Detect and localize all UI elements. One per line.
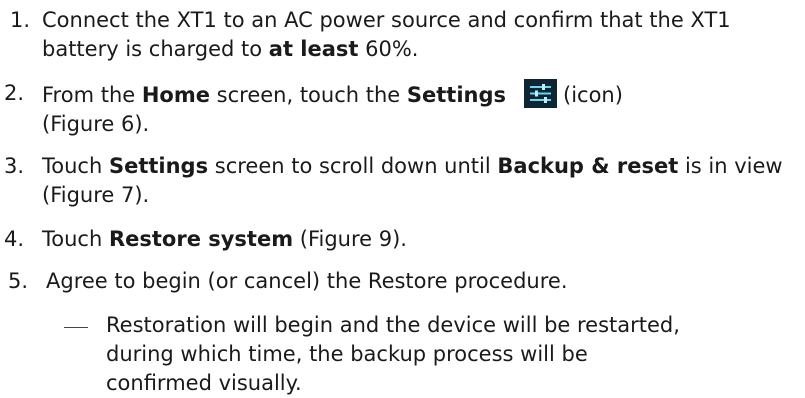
instruction-document: 1. Connect the XT1 to an AC power source… (0, 0, 805, 398)
sub-item-line: Restoration will begin and the device wi… (106, 313, 680, 337)
step-text-bold: Restore system (108, 227, 294, 251)
step-text-bold: at least (268, 37, 359, 61)
step-text-bold: Home (141, 83, 210, 107)
step-text-part: Touch (42, 227, 109, 251)
sub-item-line: confirmed visually. (106, 371, 302, 395)
step-text-bold: Settings (108, 154, 209, 178)
step-text: Touch Settings screen to scroll down unt… (42, 152, 802, 210)
step-text-part: 60%. (358, 37, 419, 61)
step-number: 2. (4, 81, 25, 105)
step-text: From the Home screen, touch the Settings… (42, 79, 802, 139)
step-text-part: (Figure 9). (293, 227, 407, 251)
step-number: 3. (4, 154, 25, 178)
step-text-part: (icon) (563, 83, 623, 107)
step-number: 5. (8, 269, 29, 293)
step-text-part: Agree to begin (or cancel) the Restore p… (46, 269, 568, 293)
settings-icon (524, 79, 558, 108)
step-number: 4. (4, 227, 25, 251)
step-text: Agree to begin (or cancel) the Restore p… (46, 267, 800, 296)
sub-item-text: Restoration will begin and the device wi… (106, 311, 805, 398)
step-text-part: screen to scroll down until (208, 154, 498, 178)
sub-item-line: during which time, the backup process wi… (106, 342, 588, 366)
step-text-part: screen, touch the (209, 83, 407, 107)
step-text: Touch Restore system (Figure 9). (42, 225, 800, 254)
step-text-part: From the (42, 83, 142, 107)
step-text-part: Touch (42, 154, 109, 178)
dash-bullet (64, 327, 88, 328)
step-number: 1. (10, 8, 31, 32)
step-text-bold: Backup & reset (497, 154, 679, 178)
step-text-bold: Settings (406, 83, 507, 107)
step-text: Connect the XT1 to an AC power source an… (42, 6, 802, 64)
step-text-part: (Figure 6). (42, 112, 150, 136)
